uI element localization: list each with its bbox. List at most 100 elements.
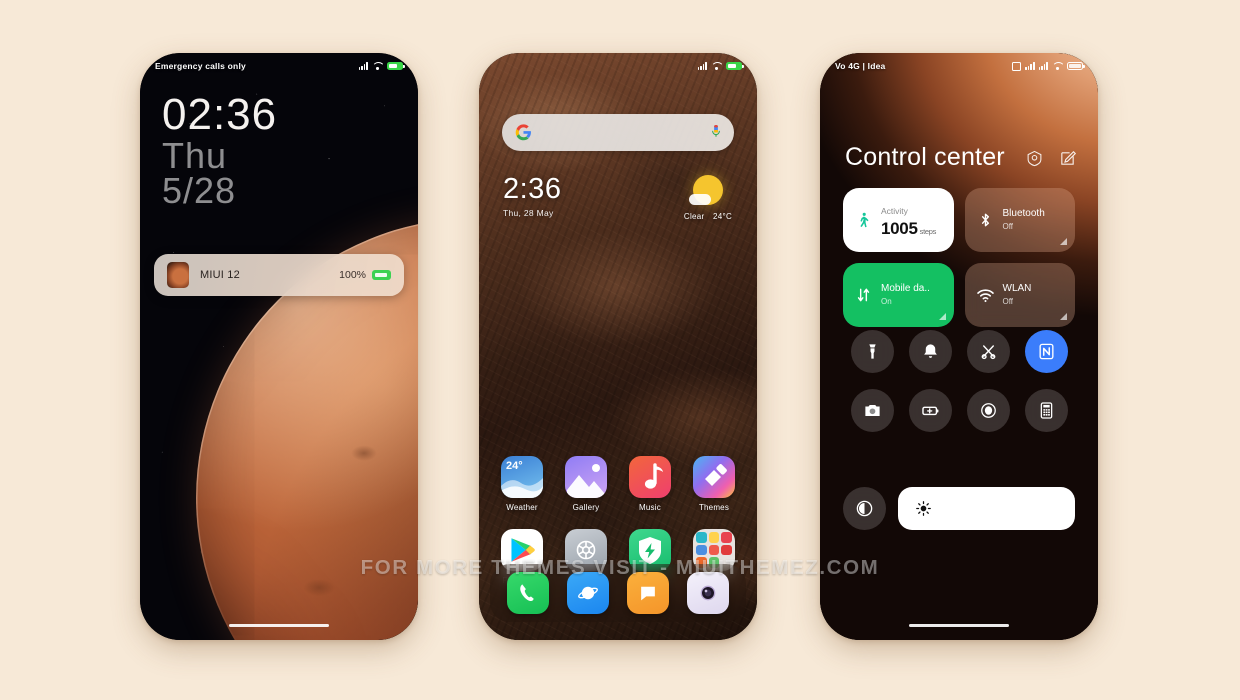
tile-label: Activity <box>881 205 908 216</box>
battery-icon <box>726 61 744 71</box>
music-icon <box>629 456 671 498</box>
toggle-screenshot[interactable] <box>966 330 1010 373</box>
statusbar-carrier: Vo 4G | Idea <box>835 61 886 71</box>
app-themes[interactable]: Themes <box>682 456 746 512</box>
sim-icon <box>1012 61 1022 71</box>
wifi-icon <box>711 62 722 70</box>
control-center-statusbar: Vo 4G | Idea <box>820 53 1098 79</box>
toggle-flashlight[interactable] <box>850 330 894 373</box>
tile-expand-corner[interactable] <box>1060 313 1067 320</box>
tile-expand-corner[interactable] <box>1060 238 1067 245</box>
notification-title: MIUI 12 <box>200 269 240 281</box>
camera-icon <box>864 404 880 417</box>
tile-mobile-data-text: Mobile da.. On <box>881 283 930 306</box>
lockscreen-date: Thu 5/28 <box>162 135 277 212</box>
lockscreen-screen: Emergency calls only 02:36 Thu 5/28 MIUI… <box>140 53 418 640</box>
tile-state: On <box>881 297 892 307</box>
home-indicator[interactable] <box>909 623 1009 627</box>
weather-temperature: 24°C <box>713 212 733 221</box>
statusbar-icons <box>697 61 744 71</box>
contrast-icon <box>856 500 873 517</box>
mobile-data-icon <box>854 284 873 306</box>
tile-activity[interactable]: Activity 1005 steps <box>843 188 954 252</box>
phone-control-center: Vo 4G | Idea Control center Activity 100… <box>820 53 1098 640</box>
notification-battery-percent: 100% <box>339 269 366 281</box>
app-label: Themes <box>698 503 730 512</box>
edit-icon[interactable] <box>1059 150 1076 167</box>
gallery-icon <box>565 456 607 498</box>
wifi-icon <box>1052 62 1063 70</box>
tile-activity-text: Activity 1005 steps <box>881 201 936 240</box>
scissors-icon <box>981 345 995 360</box>
tile-state: Off <box>1002 222 1014 232</box>
tile-expand-corner[interactable] <box>938 313 946 320</box>
tile-label: Mobile da.. <box>881 283 930 295</box>
tile-wlan[interactable]: WLAN Off <box>964 263 1075 327</box>
control-center-tiles: Activity 1005 steps Bluetooth Off Mobile… <box>843 188 1075 327</box>
notification-battery-icon <box>372 270 391 280</box>
toggle-nfc[interactable] <box>1024 330 1068 373</box>
signal-icon <box>358 62 368 70</box>
homescreen-weather-widget[interactable]: Clear 24°C <box>673 175 743 221</box>
brightness-row <box>843 487 1075 530</box>
tile-mobile-data[interactable]: Mobile da.. On <box>843 263 954 327</box>
notification-app-icon <box>167 262 189 288</box>
statusbar-icons <box>1012 61 1085 71</box>
battery-plus-icon <box>921 406 938 416</box>
control-center-toggles <box>843 330 1075 432</box>
phone-icon[interactable] <box>507 572 549 614</box>
control-center-header-icons <box>1026 150 1076 167</box>
lockscreen-notification[interactable]: MIUI 12 100% <box>154 254 404 296</box>
weather-text: Clear 24°C <box>673 212 743 221</box>
settings-shield-icon[interactable] <box>1026 150 1043 167</box>
google-search-bar[interactable] <box>502 114 734 151</box>
brightness-slider[interactable] <box>898 487 1075 530</box>
toggle-battery-saver[interactable] <box>908 389 952 432</box>
homescreen-statusbar <box>479 53 757 79</box>
nfc-icon <box>1038 343 1054 360</box>
app-label: Weather <box>506 503 538 512</box>
signal-icon-1 <box>1025 62 1035 70</box>
lockscreen-daymonth: 5/28 <box>162 170 237 212</box>
flashlight-icon <box>868 344 876 359</box>
app-gallery[interactable]: Gallery <box>554 456 618 512</box>
messages-icon[interactable] <box>627 572 669 614</box>
tile-bluetooth-text: Bluetooth Off <box>1003 208 1045 231</box>
sun-icon <box>689 175 723 205</box>
notification-battery-group: 100% <box>339 269 391 281</box>
weather-condition: Clear <box>683 212 705 221</box>
tile-bluetooth[interactable]: Bluetooth Off <box>964 188 1075 252</box>
mic-icon[interactable] <box>711 124 721 141</box>
dock <box>490 564 746 622</box>
wifi-icon <box>976 284 995 306</box>
lockscreen-weekday: Thu <box>162 135 228 177</box>
homescreen-date: Thu, 28 May <box>503 208 554 218</box>
signal-icon-2 <box>1038 62 1048 70</box>
toggle-camera[interactable] <box>850 389 894 432</box>
toggle-dark-mode[interactable] <box>843 487 886 530</box>
lockscreen-time: 02:36 <box>162 90 278 139</box>
toggle-ringtone[interactable] <box>908 330 952 373</box>
tile-state: Off <box>1002 297 1014 307</box>
home-indicator[interactable] <box>229 623 329 627</box>
app-music[interactable]: Music <box>618 456 682 512</box>
browser-icon[interactable] <box>567 572 609 614</box>
camera-icon[interactable] <box>687 572 729 614</box>
statusbar-carrier: Emergency calls only <box>155 61 246 71</box>
tile-wlan-text: WLAN Off <box>1003 283 1032 306</box>
control-center-screen: Vo 4G | Idea Control center Activity 100… <box>820 53 1098 640</box>
tile-label: WLAN <box>1002 283 1032 295</box>
walk-icon <box>854 209 873 231</box>
signal-icon <box>697 62 707 70</box>
google-icon <box>515 124 531 141</box>
toggle-calculator[interactable] <box>1024 389 1068 432</box>
record-icon <box>980 403 996 418</box>
homescreen-clock-widget[interactable]: 2:36 Thu, 28 May <box>503 175 561 219</box>
lockscreen-clock: 02:36 Thu 5/28 <box>162 90 278 212</box>
weather-icon: 24° <box>501 456 543 498</box>
weather-badge: 24° <box>506 460 523 472</box>
tile-value: 1005 <box>881 219 918 239</box>
app-weather[interactable]: 24° Weather <box>490 456 554 512</box>
toggle-screen-record[interactable] <box>966 389 1010 432</box>
phone-homescreen: 2:36 Thu, 28 May Clear 24°C 24° Weather … <box>479 53 757 640</box>
